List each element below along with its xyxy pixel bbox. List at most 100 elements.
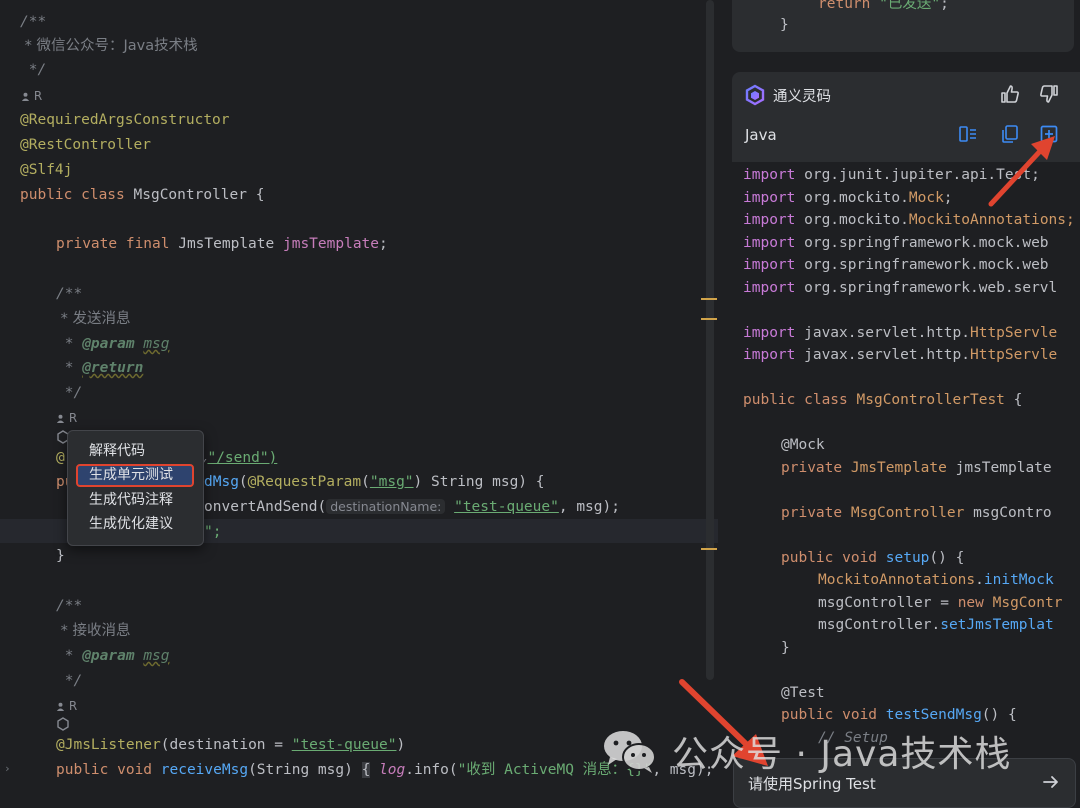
code-line: } bbox=[0, 544, 65, 568]
generated-code-block[interactable]: import org.junit.jupiter.api.Test; impor… bbox=[732, 162, 1080, 808]
menu-item-optimize-suggestions[interactable]: 生成优化建议 bbox=[76, 513, 194, 536]
string-literal: "msg" bbox=[369, 474, 414, 490]
method-call: .info( bbox=[405, 762, 458, 778]
code-line: public void setup() { bbox=[781, 547, 964, 570]
menu-item-generate-comments[interactable]: 生成代码注释 bbox=[76, 489, 194, 512]
author-name: R bbox=[33, 89, 43, 103]
code-line: return "已发送"; bbox=[818, 0, 949, 16]
method-name: dMsg bbox=[204, 474, 239, 490]
assistant-brand-name: 通义灵码 bbox=[773, 89, 831, 105]
method-name: testSendMsg bbox=[885, 707, 982, 723]
diff-view-icon[interactable] bbox=[958, 124, 978, 144]
author-hint[interactable]: R bbox=[21, 87, 42, 105]
author-name: R bbox=[68, 411, 78, 425]
ai-gutter-icon[interactable] bbox=[56, 717, 70, 731]
code-line: */ bbox=[0, 381, 82, 405]
ai-context-menu: 解释代码 生成单元测试 生成代码注释 生成优化建议 bbox=[67, 430, 204, 546]
thumbs-up-icon[interactable] bbox=[999, 83, 1021, 105]
type-name: JmsTemplate bbox=[178, 236, 283, 252]
annotation: @RestController bbox=[20, 137, 151, 153]
scroll-marker[interactable] bbox=[701, 548, 717, 550]
punctuation: { bbox=[1004, 392, 1023, 408]
author-hint[interactable]: R bbox=[56, 697, 77, 715]
editor-scrollbar[interactable] bbox=[706, 0, 714, 680]
keyword: private final bbox=[56, 236, 179, 252]
field-name: jmsTemplate bbox=[282, 236, 380, 252]
class-name: JmsTemplate bbox=[850, 460, 956, 476]
comment-text: * 发送消息 bbox=[56, 311, 131, 327]
code-text: , msg); bbox=[558, 499, 620, 515]
code-line: msgController = new MsgContr bbox=[818, 592, 1062, 615]
code-line: * 微信公众号：Java技术栈 bbox=[0, 34, 198, 58]
scroll-marker[interactable] bbox=[701, 298, 717, 300]
send-arrow-icon[interactable] bbox=[1041, 772, 1061, 792]
keyword: new bbox=[957, 595, 993, 611]
code-line: import org.mockito.Mock; bbox=[743, 187, 953, 210]
code-text: org.springframework.mock.web bbox=[804, 235, 1049, 251]
thumbs-down-icon[interactable] bbox=[1038, 83, 1060, 105]
code-line: * 接收消息 bbox=[0, 619, 131, 643]
code-text: msgController. bbox=[818, 617, 941, 633]
code-line: /** bbox=[0, 10, 46, 34]
keyword: import bbox=[743, 257, 805, 273]
fold-arrow-icon[interactable]: › bbox=[4, 762, 11, 775]
scroll-marker[interactable] bbox=[701, 318, 717, 320]
comment-text: */ bbox=[20, 62, 47, 78]
comment-text: */ bbox=[56, 385, 83, 401]
keyword: private bbox=[781, 505, 851, 521]
assistant-header: 通义灵码 bbox=[732, 72, 1080, 118]
javadoc-tag: @param bbox=[82, 336, 135, 352]
code-line: onvertAndSend(destinationName: "test-que… bbox=[204, 495, 620, 519]
person-icon bbox=[56, 414, 65, 423]
punctuation: ; bbox=[943, 190, 953, 206]
method-name: receiveMsg bbox=[160, 762, 249, 778]
keyword: public void bbox=[781, 707, 886, 723]
code-line: "; bbox=[204, 520, 221, 544]
code-text: (String msg) bbox=[248, 762, 362, 778]
annotation: @RequestParam bbox=[247, 474, 362, 490]
punctuation: ( bbox=[238, 474, 248, 490]
punctuation: ) bbox=[396, 737, 406, 753]
keyword: import bbox=[743, 167, 805, 183]
string-literal: "test-queue" bbox=[291, 737, 397, 753]
keyword: import bbox=[743, 325, 805, 341]
code-line: MockitoAnnotations.initMock bbox=[818, 569, 1054, 592]
wechat-logo-icon bbox=[604, 731, 656, 773]
code-line: /** bbox=[0, 282, 82, 306]
code-text: org.mockito. bbox=[804, 212, 909, 228]
code-line: private MsgController msgContro bbox=[781, 502, 1052, 525]
code-line: * @return bbox=[0, 356, 144, 380]
keyword: import bbox=[743, 212, 805, 228]
javadoc-tag: @param bbox=[82, 648, 135, 664]
code-language-label: Java bbox=[745, 126, 777, 144]
class-name: MsgControllerTest bbox=[856, 392, 1005, 408]
code-text: ) String msg) { bbox=[413, 474, 545, 490]
keyword: public class bbox=[20, 187, 134, 203]
folded-brace[interactable]: { bbox=[361, 762, 371, 778]
comment-text: * 微信公众号：Java技术栈 bbox=[20, 38, 198, 54]
comment-text: /** bbox=[56, 286, 83, 302]
keyword: import bbox=[743, 235, 805, 251]
code-text: (destination = bbox=[160, 737, 292, 753]
keyword: import bbox=[743, 190, 805, 206]
author-hint[interactable]: R bbox=[56, 409, 77, 427]
annotation: @JmsListener bbox=[56, 737, 161, 753]
class-name: MockitoAnnotations bbox=[818, 572, 976, 588]
menu-item-generate-unit-test[interactable]: 生成单元测试 bbox=[76, 464, 194, 487]
code-line: msgController.setJmsTemplat bbox=[818, 614, 1054, 637]
comment-text: /** bbox=[56, 598, 83, 614]
punctuation: } bbox=[781, 640, 790, 656]
person-icon bbox=[21, 92, 30, 101]
punctuation: } bbox=[780, 17, 789, 33]
annotation: @RequiredArgsConstructor bbox=[20, 112, 230, 128]
code-line: import javax.servlet.http.HttpServle bbox=[743, 322, 1057, 345]
code-editor[interactable]: /** * 微信公众号：Java技术栈 */ R @RequiredArgsCo… bbox=[0, 0, 718, 808]
menu-item-explain-code[interactable]: 解释代码 bbox=[76, 440, 194, 463]
annotation: @Test bbox=[781, 685, 825, 701]
code-line: import javax.servlet.http.HttpServle bbox=[743, 344, 1057, 367]
field-name: jmsTemplate bbox=[955, 460, 1052, 476]
code-line: */ bbox=[0, 58, 46, 82]
javadoc-param: msg bbox=[143, 648, 170, 664]
punctuation: } bbox=[56, 548, 65, 564]
javadoc-param: msg bbox=[143, 336, 170, 352]
